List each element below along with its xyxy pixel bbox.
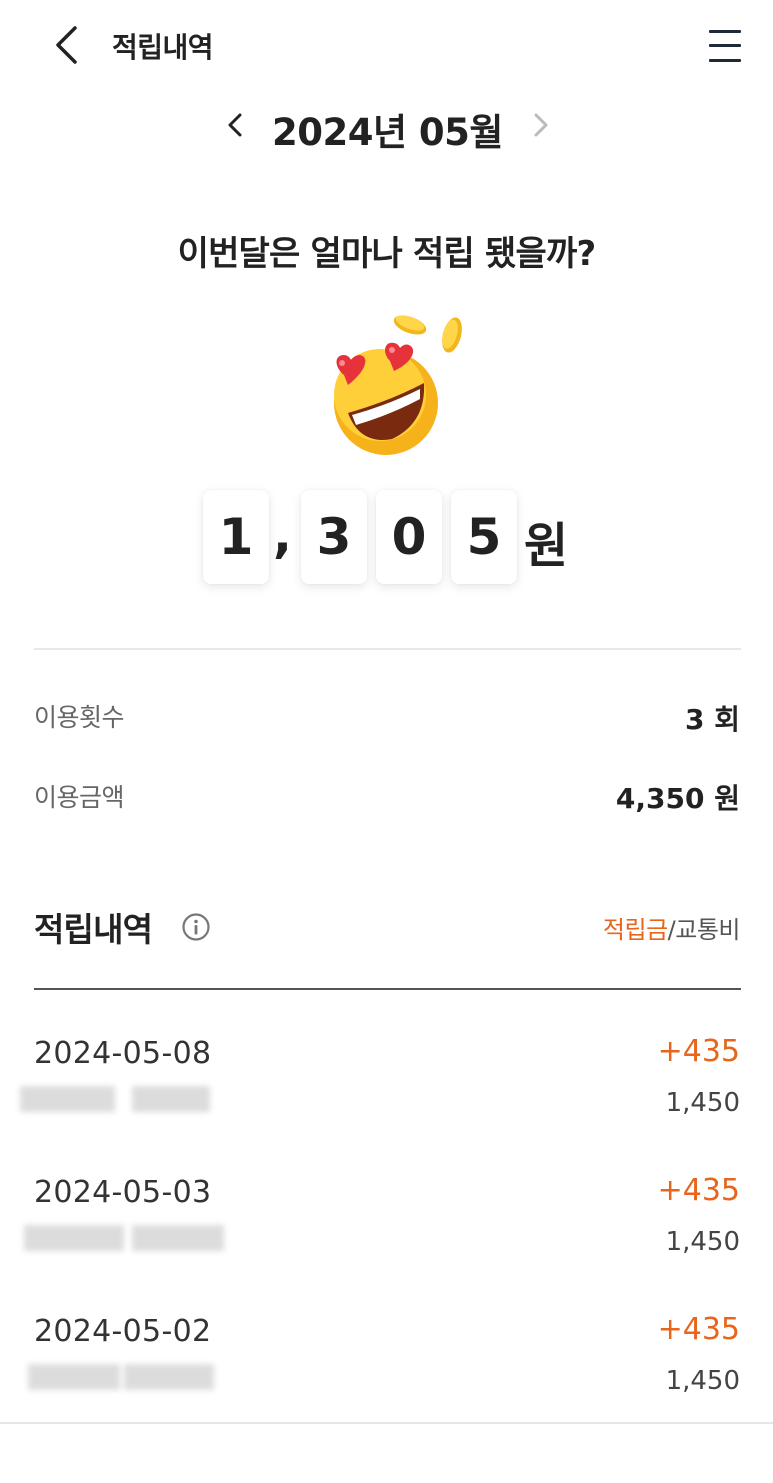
- amount-digit: 0: [376, 490, 442, 584]
- transaction-points: +435: [657, 1034, 740, 1069]
- transaction-date: 2024-05-08: [34, 1036, 212, 1071]
- list-item[interactable]: 2024-05-02 +435 1,450: [0, 1312, 773, 1444]
- transaction-fare: 1,450: [665, 1227, 740, 1257]
- divider: [34, 648, 741, 650]
- usage-amount-label: 이용금액: [34, 783, 125, 812]
- redacted-details: [14, 1221, 229, 1255]
- redacted-details: [24, 1360, 224, 1394]
- transaction-points: +435: [657, 1173, 740, 1208]
- chevron-left-icon: [228, 113, 242, 137]
- divider: [0, 1422, 773, 1424]
- history-view-toggle: 적립금/교통비: [603, 910, 741, 945]
- amount-separator: ,: [273, 506, 292, 564]
- month-navigator: 2024년 05월: [0, 95, 773, 155]
- chevron-left-icon: [56, 26, 77, 64]
- amount-digit: 3: [301, 490, 367, 584]
- hamburger-menu-icon: [709, 30, 741, 33]
- transaction-fare: 1,450: [665, 1088, 740, 1118]
- history-divider: [34, 988, 741, 990]
- next-month-button[interactable]: [524, 105, 558, 145]
- heart-eyes-emoji-icon: [320, 305, 470, 465]
- transaction-date: 2024-05-03: [34, 1175, 212, 1210]
- list-item[interactable]: 2024-05-03 +435 1,450: [0, 1173, 773, 1305]
- menu-button[interactable]: [702, 26, 744, 66]
- hamburger-line: [709, 44, 741, 47]
- app-header: 적립내역: [0, 0, 773, 92]
- transaction-date: 2024-05-02: [34, 1314, 212, 1349]
- current-month-label: 2024년 05월: [272, 111, 503, 154]
- history-section-title: 적립내역: [34, 910, 153, 949]
- usage-count-value: 3 회: [685, 703, 740, 736]
- info-icon[interactable]: [181, 912, 211, 942]
- transaction-points: +435: [657, 1312, 740, 1347]
- usage-amount-value: 4,350 원: [615, 782, 740, 815]
- transaction-fare: 1,450: [665, 1366, 740, 1396]
- usage-count-label: 이용횟수: [34, 703, 125, 732]
- summary-question: 이번달은 얼마나 적립 됐을까?: [177, 234, 597, 274]
- redacted-details: [20, 1082, 215, 1116]
- amount-unit: 원: [524, 518, 569, 574]
- hamburger-line: [709, 59, 741, 62]
- toggle-fare-option[interactable]: 교통비: [675, 916, 740, 944]
- toggle-points-option[interactable]: 적립금: [603, 916, 668, 944]
- list-item[interactable]: 2024-05-08 +435 1,450: [0, 1034, 773, 1166]
- amount-digit: 5: [451, 490, 517, 584]
- back-button[interactable]: [44, 22, 88, 68]
- chevron-right-icon: [534, 113, 548, 137]
- previous-month-button[interactable]: [218, 105, 252, 145]
- page-title: 적립내역: [112, 31, 214, 64]
- accumulated-amount: 1 , 3 0 5 원: [0, 490, 773, 586]
- amount-digit: 1: [203, 490, 269, 584]
